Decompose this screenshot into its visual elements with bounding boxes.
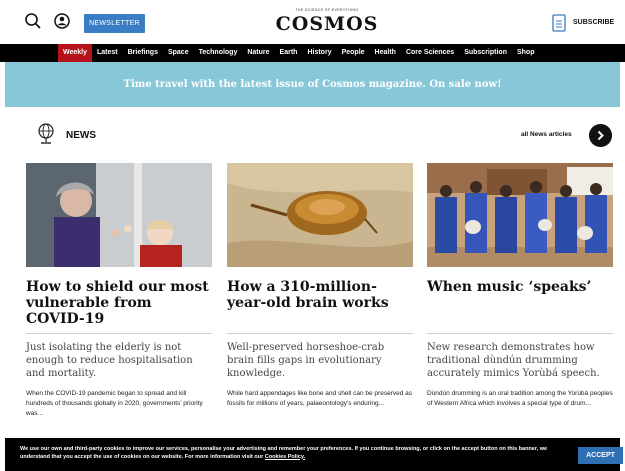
nav-item-subscription[interactable]: Subscription bbox=[459, 44, 512, 62]
newsletter-button[interactable]: NEWSLETTER bbox=[84, 14, 145, 33]
article-subtitle: New research demonstrates how traditiona… bbox=[427, 342, 600, 379]
nav-item-technology[interactable]: Technology bbox=[194, 44, 243, 62]
article-card[interactable]: How to shield our most vulnerable from C… bbox=[26, 163, 212, 419]
logo-text: COSMOS bbox=[275, 13, 379, 35]
search-icon[interactable] bbox=[24, 12, 42, 30]
cookie-notice: We use our own and third-party cookies t… bbox=[20, 446, 550, 461]
nav-item-briefings[interactable]: Briefings bbox=[123, 44, 163, 62]
article-excerpt: When the COVID-19 pandemic began to spre… bbox=[26, 390, 203, 417]
article-image-drummers[interactable] bbox=[427, 163, 613, 267]
article-excerpt: While hard appendages like bone and shel… bbox=[227, 390, 413, 407]
nav-item-shop[interactable]: Shop bbox=[512, 44, 540, 62]
article-card[interactable]: How a 310-million-year-old brain works W… bbox=[227, 163, 413, 409]
subscribe-link[interactable]: SUBSCRIBE bbox=[573, 19, 614, 26]
nav-item-people[interactable]: People bbox=[337, 44, 370, 62]
nav-item-earth[interactable]: Earth bbox=[275, 44, 303, 62]
cookie-banner: We use our own and third-party cookies t… bbox=[5, 438, 623, 471]
article-subtitle: Well-preserved horseshoe-crab brain fill… bbox=[227, 342, 385, 379]
article-image-covid[interactable] bbox=[26, 163, 212, 267]
nav-item-weekly[interactable]: Weekly bbox=[58, 44, 92, 62]
promo-banner-text: Time travel with the latest issue of Cos… bbox=[123, 79, 502, 90]
nav-item-health[interactable]: Health bbox=[370, 44, 401, 62]
article-title[interactable]: How a 310-million-year-old brain works bbox=[227, 279, 413, 329]
article-image-horseshoe-crab[interactable] bbox=[227, 163, 413, 267]
article-excerpt: Dùndún drumming is an oral tradition amo… bbox=[427, 390, 613, 407]
promo-banner[interactable]: Time travel with the latest issue of Cos… bbox=[5, 62, 620, 107]
nav-item-space[interactable]: Space bbox=[163, 44, 194, 62]
cookie-policy-link[interactable]: Cookies Policy. bbox=[265, 454, 305, 460]
globe-icon bbox=[38, 123, 54, 144]
account-icon[interactable] bbox=[53, 12, 71, 30]
nav-item-core-sciences[interactable]: Core Sciences bbox=[401, 44, 459, 62]
nav-item-latest[interactable]: Latest bbox=[92, 44, 123, 62]
accept-cookies-button[interactable]: ACCEPT bbox=[578, 447, 623, 464]
all-news-link[interactable]: all News articles bbox=[521, 131, 572, 138]
article-subtitle: Just isolating the elderly is not enough… bbox=[26, 342, 193, 379]
nav-item-history[interactable]: History bbox=[302, 44, 336, 62]
divider bbox=[227, 333, 413, 334]
section-heading-news: NEWS bbox=[66, 130, 96, 141]
site-logo[interactable]: THE SCIENCE OF EVERYTHING COSMOS bbox=[272, 8, 382, 34]
magazine-icon[interactable] bbox=[552, 14, 566, 32]
article-title[interactable]: How to shield our most vulnerable from C… bbox=[26, 279, 212, 329]
divider bbox=[427, 333, 613, 334]
main-nav: Weekly Latest Briefings Space Technology… bbox=[0, 44, 625, 62]
article-title[interactable]: When music ‘speaks’ bbox=[427, 279, 613, 329]
nav-item-nature[interactable]: Nature bbox=[242, 44, 274, 62]
site-header: NEWSLETTER THE SCIENCE OF EVERYTHING COS… bbox=[0, 0, 625, 44]
arrow-right-icon[interactable] bbox=[589, 124, 612, 147]
divider bbox=[26, 333, 212, 334]
article-card[interactable]: When music ‘speaks’ New research demonst… bbox=[427, 163, 613, 409]
